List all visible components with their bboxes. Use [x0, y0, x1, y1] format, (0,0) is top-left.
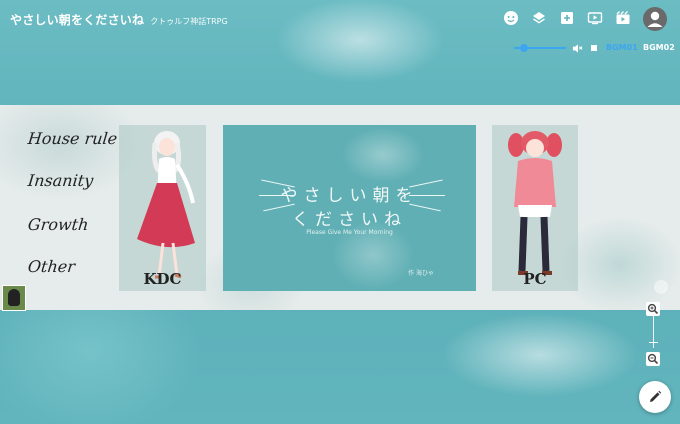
character-card-kdc[interactable]: KDC	[119, 125, 206, 291]
pc-character-illustration	[508, 131, 562, 275]
edit-button[interactable]	[639, 381, 671, 413]
banner-title-line2: くださいね	[292, 210, 407, 230]
bgm-tab-1[interactable]: BGM01	[606, 43, 638, 52]
thumbnail-figure	[8, 289, 20, 306]
zoom-in-icon	[647, 303, 659, 315]
account-icon[interactable]	[643, 7, 667, 31]
face-icon[interactable]	[503, 10, 519, 26]
add-box-icon[interactable]	[559, 10, 575, 26]
zoom-slider-thumb[interactable]	[649, 342, 658, 343]
zoom-out-button[interactable]	[646, 352, 660, 366]
room-title-main: やさしい朝をくださいね	[10, 13, 145, 27]
menu-insanity[interactable]: Insanity	[27, 171, 94, 190]
pencil-icon	[650, 390, 662, 402]
character-card-pc[interactable]: PC	[492, 125, 578, 291]
kdc-label: KDC	[143, 270, 182, 288]
zoom-out-icon	[647, 353, 659, 365]
top-bar: やさしい朝をくださいね クトゥルフ神話TRPG	[0, 0, 680, 40]
zoom-in-button[interactable]	[646, 302, 660, 316]
menu-other[interactable]: Other	[27, 257, 76, 276]
zoom-slider-track[interactable]	[653, 316, 654, 348]
pc-label: PC	[523, 270, 547, 288]
banner-title-line1: やさしい朝を	[280, 186, 419, 206]
title-banner: やさしい朝を くださいね Please Give Me Your Morning…	[223, 125, 476, 291]
bgm-tab-2[interactable]: BGM02	[643, 43, 675, 52]
volume-slider-knob[interactable]	[520, 44, 529, 52]
layers-icon[interactable]	[531, 10, 547, 26]
room-title: やさしい朝をくださいね クトゥルフ神話TRPG	[10, 11, 228, 28]
movie-icon[interactable]	[615, 10, 631, 26]
volume-mute-icon[interactable]	[572, 43, 583, 54]
toggle-circle-button[interactable]	[654, 280, 668, 294]
scene-strip: House rule Insanity Growth Other KDC やさし…	[0, 105, 680, 310]
bgm-controls: BGM01 BGM02	[500, 40, 680, 56]
kdc-character-illustration	[137, 131, 195, 279]
banner-subtitle: Please Give Me Your Morning	[306, 229, 393, 236]
menu-growth[interactable]: Growth	[27, 215, 89, 234]
menu-house-rule[interactable]: House rule	[27, 129, 118, 148]
character-thumbnail[interactable]	[2, 285, 26, 311]
video-icon[interactable]	[587, 10, 603, 26]
banner-credit: 作 海ひゃ	[408, 270, 434, 277]
room-title-sub: クトゥルフ神話TRPG	[150, 17, 228, 26]
stop-icon[interactable]	[591, 45, 597, 51]
